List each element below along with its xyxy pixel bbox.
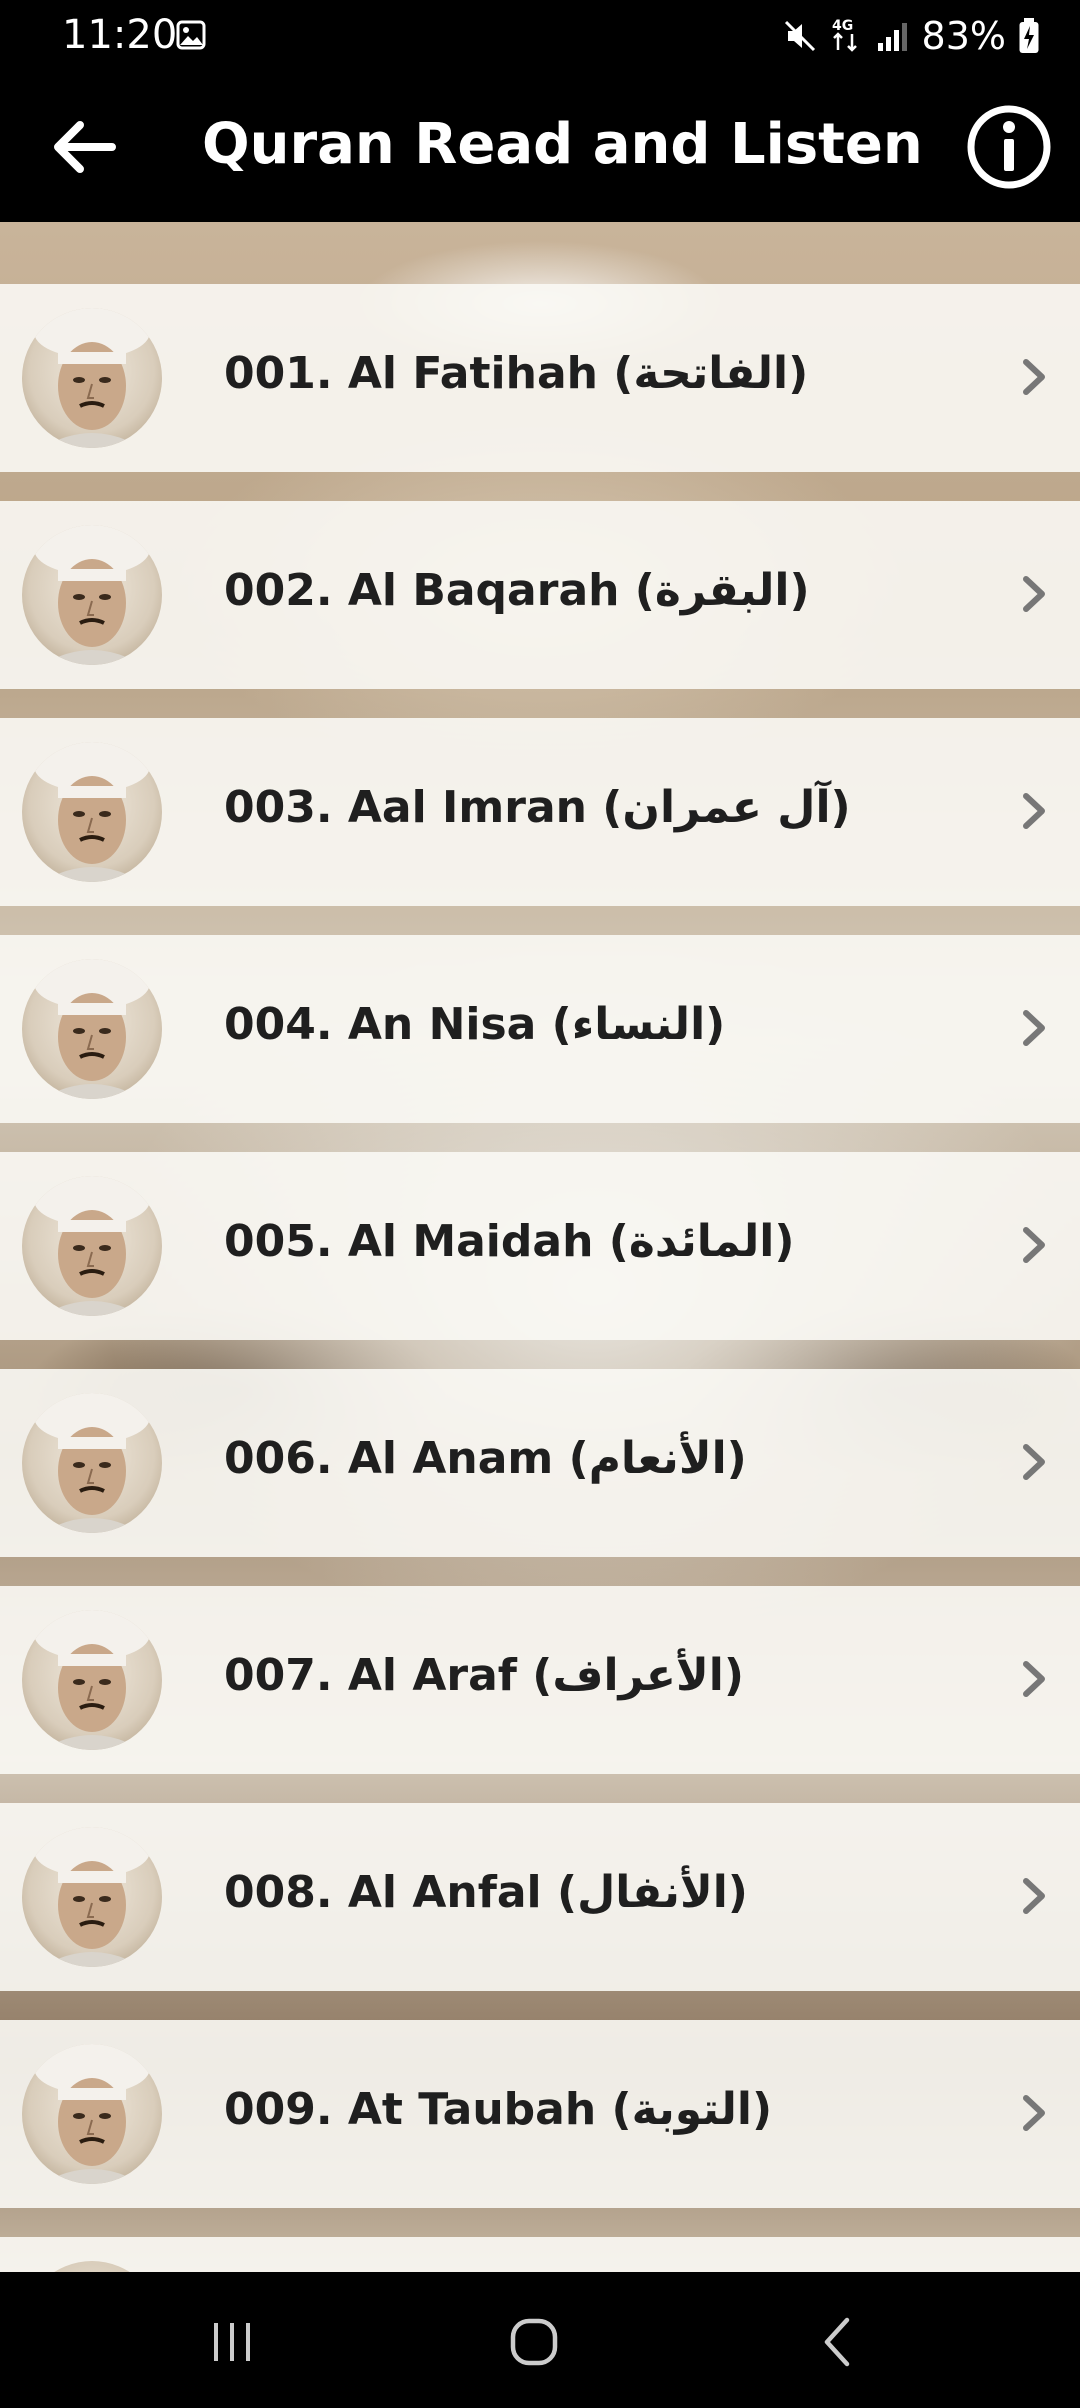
- home-icon: [510, 2318, 558, 2366]
- surah-title: 004. An Nisa (النساء): [224, 999, 726, 1050]
- reciter-portrait-icon: [34, 1176, 150, 1316]
- page-title: Quran Read and Listen: [202, 112, 923, 177]
- chevron-right-icon: [1023, 2095, 1045, 2131]
- gallery-icon: [176, 20, 206, 50]
- reciter-portrait-icon: [34, 308, 150, 448]
- battery-charging-icon: [1019, 18, 1039, 53]
- reciter-portrait-icon: [34, 525, 150, 665]
- reciter-avatar: [22, 1176, 162, 1316]
- surah-list-item[interactable]: 007. Al Araf (الأعراف): [0, 1586, 1080, 1774]
- chevron-right-icon: [1023, 1878, 1045, 1914]
- surah-list-item[interactable]: 009. At Taubah (التوبة): [0, 2020, 1080, 2208]
- chevron-right-icon: [1023, 1661, 1045, 1697]
- back-icon: [824, 2317, 850, 2367]
- reciter-portrait-icon: [34, 1610, 150, 1750]
- surah-list: 001. Al Fatihah (الفاتحة) 002. Al Baqara…: [0, 284, 1080, 2272]
- reciter-portrait-icon: [34, 2044, 150, 2184]
- reciter-avatar: [22, 959, 162, 1099]
- mute-icon: [784, 20, 815, 52]
- home-button[interactable]: [494, 2302, 574, 2382]
- status-icons: 4G 83%: [782, 12, 1040, 60]
- reciter-avatar: [22, 1827, 162, 1967]
- reciter-avatar: [22, 525, 162, 665]
- surah-list-item[interactable]: 008. Al Anfal (الأنفال): [0, 1803, 1080, 1991]
- surah-list-item-partial[interactable]: [0, 2237, 1080, 2272]
- reciter-portrait-icon: [34, 742, 150, 882]
- surah-list-item[interactable]: 002. Al Baqarah (البقرة): [0, 501, 1080, 689]
- signal-icon: [877, 23, 907, 51]
- chevron-right-icon: [1023, 1444, 1045, 1480]
- surah-list-container[interactable]: 001. Al Fatihah (الفاتحة) 002. Al Baqara…: [0, 222, 1080, 2272]
- chevron-right-icon: [1023, 1227, 1045, 1263]
- surah-title: 005. Al Maidah (المائدة): [224, 1216, 795, 1267]
- surah-list-item[interactable]: 001. Al Fatihah (الفاتحة): [0, 284, 1080, 472]
- reciter-avatar: [22, 2044, 162, 2184]
- chevron-right-icon: [1023, 576, 1045, 612]
- surah-list-item[interactable]: 004. An Nisa (النساء): [0, 935, 1080, 1123]
- surah-title: 008. Al Anfal (الأنفال): [224, 1867, 748, 1918]
- surah-title: 003. Aal Imran (آل عمران): [224, 782, 851, 833]
- surah-title: 009. At Taubah (التوبة): [224, 2084, 773, 2135]
- back-button[interactable]: [38, 102, 128, 192]
- reciter-portrait-icon: [34, 959, 150, 1099]
- nav-back-button[interactable]: [798, 2302, 878, 2382]
- surah-title: 001. Al Fatihah (الفاتحة): [224, 348, 809, 399]
- chevron-right-icon: [1023, 1010, 1045, 1046]
- surah-title: 002. Al Baqarah (البقرة): [224, 565, 810, 616]
- info-icon[interactable]: [966, 104, 1052, 190]
- svg-text:4G: 4G: [832, 18, 853, 34]
- app-bar: Quran Read and Listen: [0, 72, 1080, 222]
- reciter-avatar: [22, 308, 162, 448]
- status-time: 11:20: [62, 12, 178, 58]
- chevron-right-icon: [1023, 359, 1045, 395]
- surah-title: 007. Al Araf (الأعراف): [224, 1650, 744, 1701]
- reciter-avatar: [22, 1610, 162, 1750]
- reciter-avatar: [22, 742, 162, 882]
- 4g-icon: 4G: [832, 18, 857, 52]
- battery-percent: 83%: [921, 14, 1006, 58]
- status-bar: 11:20 4G 83%: [0, 0, 1080, 72]
- surah-list-item[interactable]: 006. Al Anam (الأنعام): [0, 1369, 1080, 1557]
- system-nav-bar: [0, 2272, 1080, 2408]
- screen: 11:20 4G 83% Quran Read and Listen 001. …: [0, 0, 1080, 2408]
- reciter-avatar: [22, 1393, 162, 1533]
- recent-apps-button[interactable]: [192, 2302, 272, 2382]
- reciter-portrait-icon: [34, 1827, 150, 1967]
- surah-title: 006. Al Anam (الأنعام): [224, 1433, 747, 1484]
- recent-apps-icon: [214, 2323, 250, 2361]
- reciter-avatar: [22, 2261, 162, 2272]
- surah-list-item[interactable]: 005. Al Maidah (المائدة): [0, 1152, 1080, 1340]
- back-arrow-icon: [54, 121, 116, 173]
- chevron-right-icon: [1023, 793, 1045, 829]
- reciter-portrait-icon: [34, 1393, 150, 1533]
- surah-list-item[interactable]: 003. Aal Imran (آل عمران): [0, 718, 1080, 906]
